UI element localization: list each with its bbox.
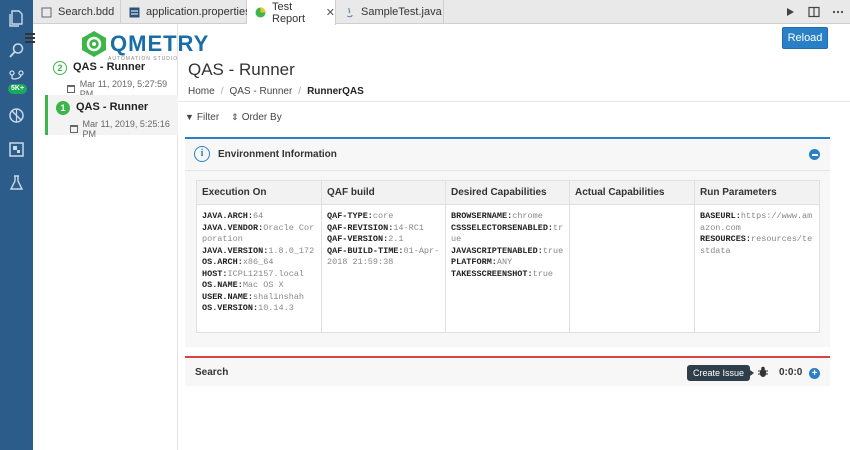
run-title: QAS - Runner [76, 101, 149, 113]
env-entry: QAF-TYPE:core [327, 211, 394, 221]
env-entry: USER.NAME:shalinshah [202, 291, 305, 302]
env-entry: JAVA.ARCH:64 [202, 211, 264, 221]
env-entry: JAVA.VERSION:1.8.0_172 [202, 245, 315, 256]
more-actions-icon[interactable] [832, 6, 844, 18]
env-entry: HOST:ICPL12157.local [202, 268, 305, 279]
search-icon[interactable] [8, 42, 25, 59]
tab-label: Search.bdd [58, 6, 115, 18]
tab-label: Test Report [272, 0, 306, 25]
editor-actions [784, 0, 844, 24]
breadcrumb: Home / QAS - Runner / RunnerQAS [188, 86, 364, 97]
env-entry: OS.ARCH:x86_64 [202, 257, 274, 267]
column-header: Actual Capabilities [569, 180, 695, 205]
environment-title: Environment Information [218, 149, 337, 160]
close-icon[interactable]: ✕ [326, 6, 335, 19]
env-entry: BROWSERNAME:chrome [451, 211, 543, 221]
desired-capabilities-cell: BROWSERNAME:chrome CSSSELECTORSENABLED:t… [445, 204, 570, 333]
reload-button[interactable]: Reload [782, 27, 828, 49]
breadcrumb-current: RunnerQAS [307, 86, 364, 97]
execution-on-cell: JAVA.ARCH:64 JAVA.VENDOR:Oracle Corporat… [196, 204, 322, 333]
env-entry: TAKESSCREENSHOT:true [451, 268, 554, 279]
env-entry: QAF-BUILD-TIME:01-Apr-2018 21:59:38 [327, 245, 440, 268]
collapse-icon[interactable] [809, 149, 820, 160]
logo-hex-icon [82, 31, 106, 57]
logo-subtitle: AUTOMATION STUDIO [108, 56, 179, 62]
file-icon [41, 7, 52, 18]
env-entry: JAVA.VENDOR:Oracle Corporation [202, 222, 315, 245]
calendar-icon [70, 125, 78, 133]
env-entry: BASEURL:https://www.amazon.com [700, 211, 813, 233]
search-scenario-panel[interactable]: Search Create Issue 0:0:0 + [185, 356, 830, 386]
env-entry: PLATFORM:ANY [451, 257, 513, 267]
calendar-icon [67, 85, 75, 93]
env-entry: OS.NAME:Mac OS X [202, 280, 284, 290]
column-header: Execution On [196, 180, 322, 205]
column-header: Run Parameters [694, 180, 820, 205]
logo-text: QMETRY [110, 31, 210, 56]
breadcrumb-separator: / [220, 86, 224, 97]
environment-panel-header[interactable]: i Environment Information [185, 139, 830, 171]
source-control-badge: 5K+ [8, 84, 28, 94]
run-list-item-selected[interactable]: 1 QAS - Runner Mar 11, 2019, 5:25:16 PM [45, 95, 178, 139]
run-icon[interactable] [784, 6, 796, 18]
menu-icon[interactable] [25, 33, 35, 45]
run-date: Mar 11, 2019, 5:25:16 PM [70, 119, 178, 139]
run-parameters-cell: BASEURL:https://www.amazon.com RESOURCES… [694, 204, 820, 333]
activity-bar: 5K+ [0, 0, 33, 450]
bug-icon[interactable] [757, 366, 769, 378]
tab-search-bdd[interactable]: Search.bdd [33, 0, 121, 24]
extensions-icon[interactable] [8, 141, 25, 158]
env-entry: RESOURCES:resources/testdata [700, 234, 813, 256]
run-number-badge: 2 [53, 61, 67, 75]
properties-icon [129, 7, 140, 18]
order-by-button[interactable]: ⇕ Order By [231, 112, 282, 123]
qaf-build-cell: QAF-TYPE:core QAF-REVISION:14-RC1 QAF-VE… [321, 204, 446, 333]
environment-panel: i Environment Information Execution On Q… [185, 137, 830, 347]
info-icon: i [194, 146, 210, 162]
tab-label: SampleTest.java [361, 6, 442, 18]
explorer-icon[interactable] [8, 10, 25, 27]
tab-application-properties[interactable]: application.properties [121, 0, 251, 24]
run-list-sidebar: 2 QAS - Runner Mar 11, 2019, 5:27:59 PM … [33, 24, 178, 450]
column-header: QAF build [321, 180, 446, 205]
report-icon [255, 7, 266, 18]
environment-table: Execution On QAF build Desired Capabilit… [196, 180, 820, 333]
env-entry: JAVASCRIPTENABLED:true [451, 245, 564, 256]
env-entry: QAF-REVISION:14-RC1 [327, 222, 424, 233]
env-entry: OS.VERSION:10.14.3 [202, 303, 294, 313]
java-icon [344, 7, 355, 18]
filter-icon: ▼ [185, 112, 194, 122]
split-editor-icon[interactable] [808, 6, 820, 18]
tab-test-report[interactable]: Test Report ✕ [247, 0, 336, 25]
table-header-row: Execution On QAF build Desired Capabilit… [196, 180, 820, 205]
header-divider [178, 101, 850, 102]
actual-capabilities-cell [569, 204, 695, 333]
scenario-title: Search [195, 367, 229, 378]
run-title: QAS - Runner [73, 61, 146, 73]
page-title: QAS - Runner [188, 60, 295, 79]
create-issue-tooltip: Create Issue [687, 365, 755, 381]
report-toolbar: ▼ Filter ⇕ Order By [185, 112, 282, 123]
env-entry: QAF-VERSION:2.1 [327, 234, 404, 244]
expand-plus-icon[interactable]: + [809, 368, 820, 379]
sort-icon: ⇕ [231, 112, 239, 122]
env-entry: CSSSELECTORSENABLED:true [451, 222, 564, 245]
breadcrumb-separator: / [298, 86, 302, 97]
filter-button[interactable]: ▼ Filter [185, 112, 219, 123]
breadcrumb-runner[interactable]: QAS - Runner [229, 86, 292, 97]
tab-label: application.properties [146, 6, 251, 18]
debug-icon[interactable] [8, 107, 25, 124]
editor-tab-bar: Search.bdd application.properties Test R… [33, 0, 850, 25]
tab-sampletest-java[interactable]: SampleTest.java [336, 0, 444, 24]
table-row: JAVA.ARCH:64 JAVA.VENDOR:Oracle Corporat… [196, 204, 820, 333]
run-number-badge: 1 [56, 101, 70, 115]
test-flask-icon[interactable] [8, 174, 25, 191]
column-header: Desired Capabilities [445, 180, 570, 205]
duration-label: 0:0:0 [779, 367, 803, 378]
breadcrumb-home[interactable]: Home [188, 86, 215, 97]
